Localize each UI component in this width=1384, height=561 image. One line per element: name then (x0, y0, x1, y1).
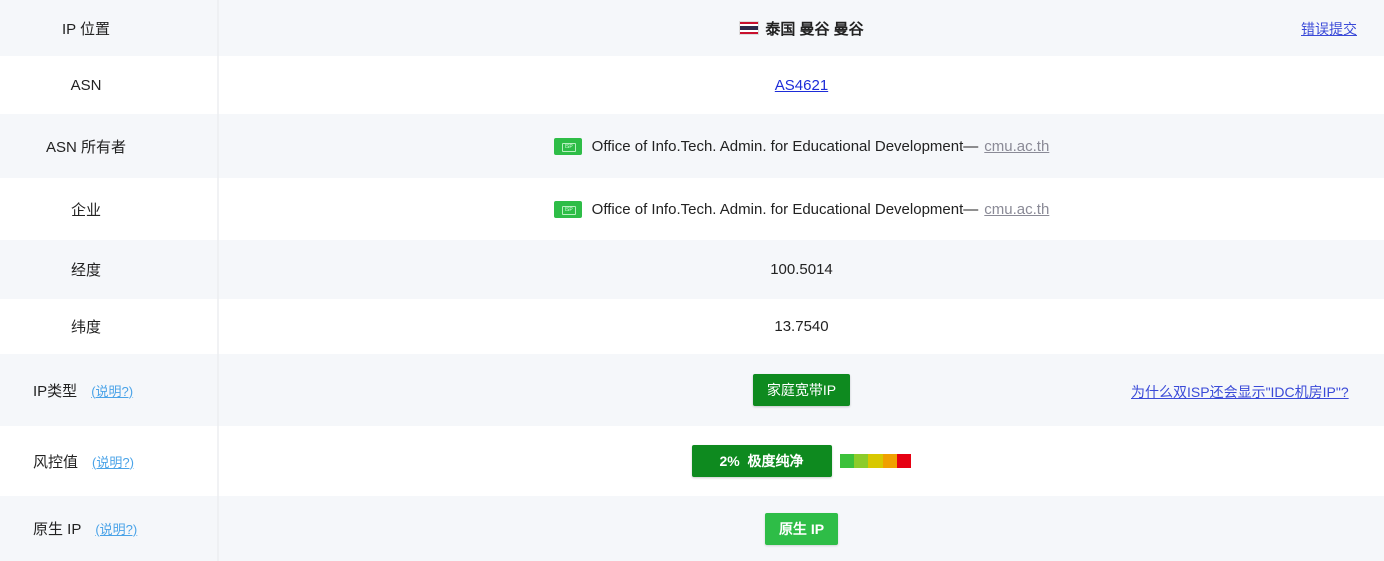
risk-scale-segment (882, 454, 898, 468)
row-ip-location: IP 位置 泰国 曼谷 曼谷 错误提交 (0, 0, 1384, 56)
native-ip-label-cell: 原生 IP (说明?) (0, 496, 213, 561)
risk-help-link[interactable]: (说明?) (92, 452, 134, 471)
native-ip-label: 原生 IP (33, 521, 82, 538)
asn-owner-value-cell: ISP Office of Info.Tech. Admin. for Educ… (219, 114, 1384, 178)
ip-location-value-cell: 泰国 曼谷 曼谷 (219, 0, 1384, 56)
longitude-label: 经度 (70, 262, 101, 279)
risk-scale-segment (868, 454, 883, 468)
thailand-flag-icon (739, 21, 760, 35)
row-asn-owner: ASN 所有者 ISP Office of Info.Tech. Admin. … (0, 114, 1384, 178)
row-native-ip: 原生 IP (说明?) 原生 IP (0, 496, 1384, 561)
company-label: 企业 (70, 201, 101, 219)
risk-score-badge: 2% 极度纯净 (691, 445, 832, 477)
row-asn: ASN AS4621 (0, 56, 1384, 114)
risk-scale-segment (839, 454, 854, 468)
row-latitude: 纬度 13.7540 (0, 299, 1384, 354)
ip-type-help-link[interactable]: (说明?) (91, 381, 133, 400)
ip-location-label: IP 位置 (61, 20, 111, 38)
ip-location-value: 泰国 曼谷 曼谷 (765, 20, 864, 38)
ip-type-label-cell: IP类型 (说明?) (0, 354, 213, 426)
company-value-cell: ISP Office of Info.Tech. Admin. for Educ… (219, 178, 1384, 240)
risk-scale-segment (897, 454, 912, 468)
risk-scale-segment (853, 454, 869, 468)
risk-label: 风控值 (33, 453, 79, 471)
native-ip-help-link[interactable]: (说明?) (95, 519, 137, 538)
row-company: 企业 ISP Office of Info.Tech. Admin. for E… (0, 178, 1384, 240)
longitude-value: 100.5014 (770, 261, 833, 278)
dual-isp-faq-link[interactable]: 为什么双ISP还会显示"IDC机房IP"? (1131, 382, 1349, 402)
risk-value-cell: 2% 极度纯净 (219, 426, 1384, 496)
asn-label: ASN (70, 76, 102, 94)
native-ip-badge: 原生 IP (764, 512, 839, 545)
latitude-label: 纬度 (70, 319, 101, 336)
latitude-value: 13.7540 (774, 318, 829, 335)
company-value: Office of Info.Tech. Admin. for Educatio… (591, 200, 979, 218)
report-error-link[interactable]: 错误提交 (1301, 19, 1357, 39)
asn-owner-value: Office of Info.Tech. Admin. for Educatio… (591, 137, 979, 155)
company-domain-link[interactable]: cmu.ac.th (984, 201, 1049, 218)
asn-link[interactable]: AS4621 (775, 77, 828, 94)
row-longitude: 经度 100.5014 (0, 240, 1384, 299)
row-ip-type: IP类型 (说明?) 家庭宽带IP 为什么双ISP还会显示"IDC机房IP"? (0, 354, 1384, 426)
isp-badge-icon: ISP (553, 200, 582, 218)
asn-owner-label: ASN 所有者 (45, 138, 126, 156)
risk-label-cell: 风控值 (说明?) (0, 426, 213, 496)
ip-type-label: IP类型 (33, 382, 78, 400)
native-ip-value-cell: 原生 IP (219, 496, 1384, 561)
ip-info-table: IP 位置 泰国 曼谷 曼谷 错误提交 ASN AS4621 ASN 所有者 I… (0, 0, 1384, 561)
ip-type-badge: 家庭宽带IP (752, 374, 851, 406)
asn-owner-domain-link[interactable]: cmu.ac.th (984, 138, 1049, 155)
asn-value-cell: AS4621 (219, 56, 1384, 114)
isp-badge-icon: ISP (553, 137, 582, 155)
row-risk: 风控值 (说明?) 2% 极度纯净 (0, 426, 1384, 496)
risk-scale-bar (839, 454, 912, 468)
